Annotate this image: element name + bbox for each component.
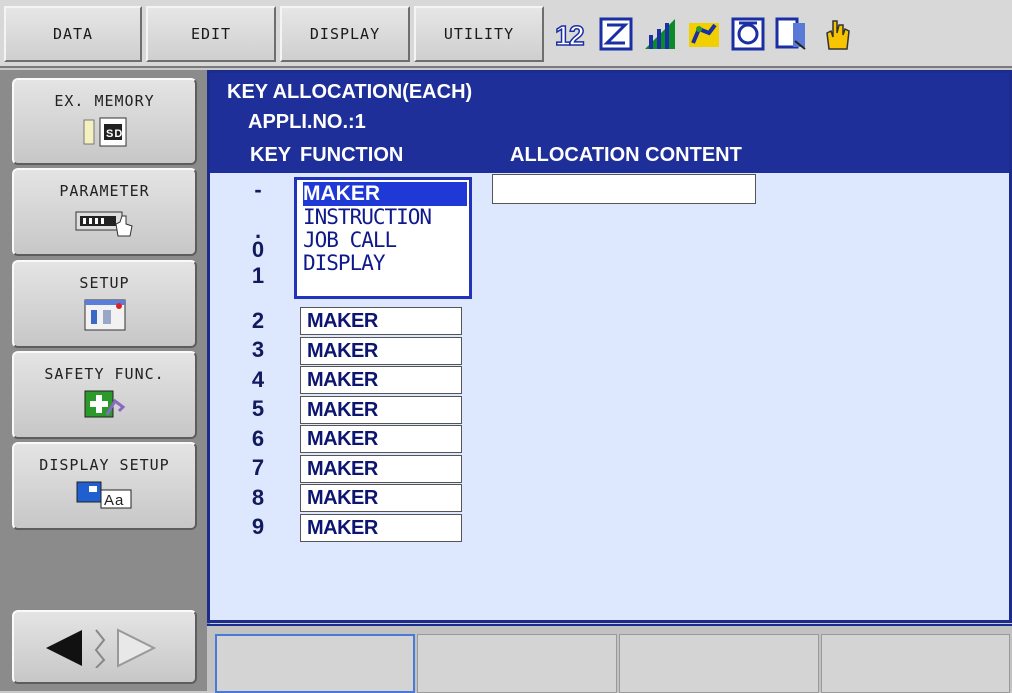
col-header-allocation: ALLOCATION CONTENT xyxy=(510,144,742,166)
key-label: - xyxy=(254,177,262,202)
dropdown-option-instruction[interactable]: INSTRUCTION xyxy=(303,205,467,229)
function-key-bar xyxy=(207,624,1012,693)
function-field[interactable]: MAKER xyxy=(300,425,462,453)
sd-card-icon: SD xyxy=(82,116,128,152)
hand-icon xyxy=(817,15,855,53)
main-menu-label: PARAMETER xyxy=(59,182,150,200)
function-key-1[interactable] xyxy=(215,634,415,693)
signal-icon xyxy=(641,15,679,53)
menu-data[interactable]: DATA xyxy=(4,6,142,62)
safety-icon xyxy=(83,389,127,423)
main-menu-label: EX. MEMORY xyxy=(54,92,155,110)
status-icons: 12 xyxy=(553,10,933,58)
function-field[interactable]: MAKER xyxy=(300,396,462,424)
function-field[interactable]: MAKER xyxy=(300,337,462,365)
setup-icon xyxy=(83,298,127,336)
dropdown-option-job-call[interactable]: JOB CALL xyxy=(303,228,467,252)
key-label: 7 xyxy=(251,455,265,480)
key-label: 1 xyxy=(251,263,265,288)
main-menu-label: DISPLAY SETUP xyxy=(39,456,170,474)
page-title: KEY ALLOCATION(EACH) xyxy=(227,81,473,103)
menu-edit[interactable]: EDIT xyxy=(146,6,276,62)
edit-mode-icon xyxy=(597,15,635,53)
function-key-2[interactable] xyxy=(417,634,617,693)
numbers-12-icon: 12 xyxy=(553,15,591,53)
function-field[interactable]: MAKER xyxy=(300,455,462,483)
dropdown-option-display[interactable]: DISPLAY xyxy=(303,251,467,275)
content-window: KEY ALLOCATION(EACH) APPLI.NO.:1 KEY FUN… xyxy=(207,70,1012,623)
display-setup-icon: Aa xyxy=(75,480,135,514)
function-dropdown[interactable]: MAKER INSTRUCTION JOB CALL DISPLAY xyxy=(294,177,472,299)
allocation-content-field[interactable] xyxy=(492,174,756,204)
arrow-left-icon[interactable] xyxy=(42,626,86,674)
key-label: 5 xyxy=(251,396,265,421)
main-menu-display-setup[interactable]: DISPLAY SETUP Aa xyxy=(12,442,197,530)
col-header-key: KEY xyxy=(250,144,292,166)
dropdown-option-maker[interactable]: MAKER xyxy=(303,182,467,206)
function-key-3[interactable] xyxy=(619,634,819,693)
main-menu-ex-memory[interactable]: EX. MEMORY SD xyxy=(12,78,197,165)
job-icon xyxy=(773,15,811,53)
key-label: 0 xyxy=(251,237,265,262)
svg-text:Aa: Aa xyxy=(104,492,124,509)
main-menu: EX. MEMORY SD PARAMETER SETUP SAFETY FUN… xyxy=(0,70,210,691)
menu-utility[interactable]: UTILITY xyxy=(414,6,544,62)
key-label: 8 xyxy=(251,485,265,510)
main-menu-label: SETUP xyxy=(79,274,130,292)
function-field[interactable]: MAKER xyxy=(300,366,462,394)
function-field[interactable]: MAKER xyxy=(300,514,462,542)
main-menu-label: SAFETY FUNC. xyxy=(44,365,165,383)
key-label: 6 xyxy=(251,426,265,451)
parameter-icon xyxy=(74,206,136,242)
arrow-right-icon[interactable] xyxy=(114,626,158,674)
key-label: 3 xyxy=(251,337,265,362)
content-header: KEY ALLOCATION(EACH) APPLI.NO.:1 KEY FUN… xyxy=(210,73,1009,173)
function-key-4[interactable] xyxy=(821,634,1010,693)
top-menu-bar: DATA EDIT DISPLAY UTILITY 12 xyxy=(0,0,1012,68)
appli-no: APPLI.NO.:1 xyxy=(248,111,366,133)
cycle-icon xyxy=(729,15,767,53)
robot-arm-icon xyxy=(685,15,723,53)
main-menu-nav xyxy=(12,610,197,684)
main-menu-setup[interactable]: SETUP xyxy=(12,260,197,348)
function-field[interactable]: MAKER xyxy=(300,484,462,512)
menu-display[interactable]: DISPLAY xyxy=(280,6,410,62)
svg-text:2: 2 xyxy=(569,20,585,51)
divider-icon xyxy=(92,628,108,672)
key-label: 2 xyxy=(251,308,265,333)
function-field[interactable]: MAKER xyxy=(300,307,462,335)
main-menu-safety-func[interactable]: SAFETY FUNC. xyxy=(12,351,197,439)
key-label: 4 xyxy=(251,367,265,392)
col-header-function: FUNCTION xyxy=(300,144,404,166)
svg-text:SD: SD xyxy=(106,128,123,140)
main-menu-parameter[interactable]: PARAMETER xyxy=(12,168,197,256)
key-label: 9 xyxy=(251,514,265,539)
